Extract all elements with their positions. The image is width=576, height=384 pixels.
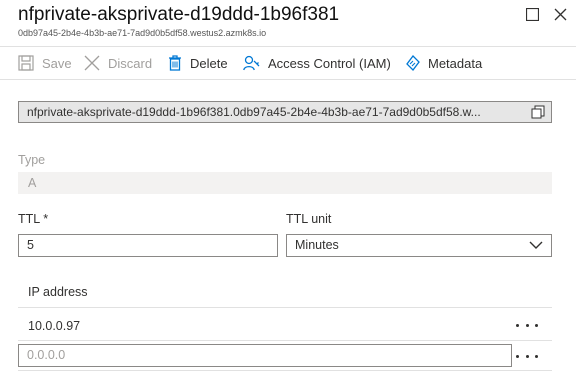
ip-column-header: IP address <box>28 285 88 299</box>
ttl-unit-select[interactable]: Minutes <box>286 234 552 257</box>
more-icon <box>516 354 519 358</box>
ttl-input[interactable]: 5 <box>18 234 278 257</box>
maximize-icon <box>525 7 539 21</box>
discard-button[interactable]: Discard <box>84 47 152 79</box>
iam-label: Access Control (IAM) <box>268 55 391 71</box>
more-icon <box>525 323 529 327</box>
ip-table-header: IP address <box>18 276 552 308</box>
new-ip-row: 0.0.0.0 <box>18 341 552 371</box>
ttl-label: TTL * <box>18 212 49 226</box>
chevron-down-icon <box>529 241 543 249</box>
table-row: 10.0.0.97 <box>18 309 552 341</box>
close-button[interactable] <box>552 6 568 22</box>
new-row-more-button[interactable] <box>516 349 538 363</box>
fqdn-value: nfprivate-aksprivate-d19ddd-1b96f381.0db… <box>27 105 481 119</box>
more-button[interactable] <box>516 318 538 332</box>
more-icon <box>516 323 519 327</box>
metadata-icon <box>406 55 420 71</box>
close-icon <box>554 8 566 20</box>
save-label: Save <box>42 55 72 71</box>
page-subtitle: 0db97a45-2b4e-4b3b-ae71-7ad9d0b5df58.wes… <box>18 28 267 38</box>
fqdn-field[interactable]: nfprivate-aksprivate-d19ddd-1b96f381.0db… <box>18 101 552 123</box>
copy-icon <box>531 105 545 119</box>
more-icon <box>535 323 538 327</box>
save-icon <box>18 55 34 71</box>
page-title: nfprivate-aksprivate-d19ddd-1b96f381 <box>18 4 340 25</box>
new-ip-input[interactable]: 0.0.0.0 <box>18 344 512 367</box>
delete-icon <box>169 55 181 71</box>
command-bar: Save Discard Delete Access Control (IAM)… <box>0 46 576 80</box>
delete-button[interactable]: Delete <box>168 47 228 79</box>
iam-icon <box>243 55 260 71</box>
type-label: Type <box>18 153 46 167</box>
ip-value: 10.0.0.97 <box>28 319 81 333</box>
save-button[interactable]: Save <box>18 47 72 79</box>
metadata-label: Metadata <box>428 55 483 71</box>
type-field: A <box>18 172 552 194</box>
copy-button[interactable] <box>531 105 545 119</box>
more-icon <box>535 354 538 358</box>
delete-label: Delete <box>190 55 228 71</box>
metadata-button[interactable]: Metadata <box>406 47 482 79</box>
ttl-unit-label: TTL unit <box>286 212 332 226</box>
maximize-button[interactable] <box>524 6 540 22</box>
more-icon <box>525 354 529 358</box>
ttl-unit-value: Minutes <box>295 238 339 252</box>
discard-label: Discard <box>108 55 153 71</box>
discard-icon <box>84 55 100 71</box>
iam-button[interactable]: Access Control (IAM) <box>243 47 391 79</box>
